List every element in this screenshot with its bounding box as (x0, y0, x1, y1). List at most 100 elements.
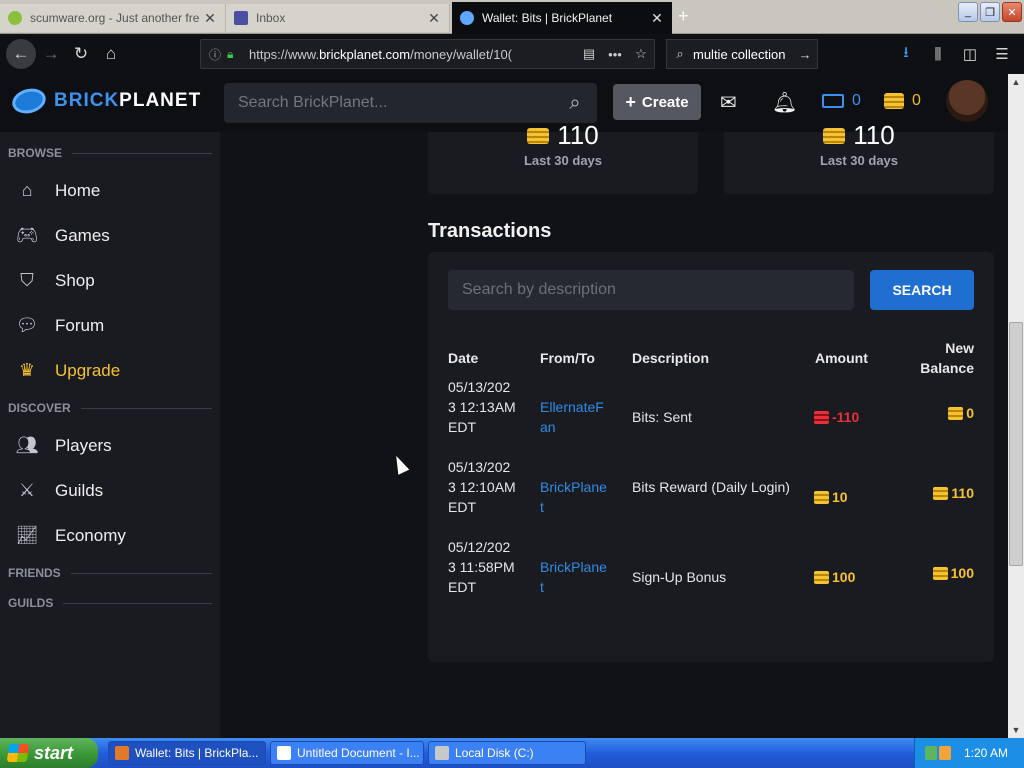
search-button[interactable]: SEARCH (870, 270, 974, 310)
logo-brick: BRICK (54, 90, 120, 111)
search-tray-icon[interactable] (939, 746, 951, 760)
bits-balance[interactable]: 0 (884, 92, 921, 110)
brickplanet-favicon-icon (460, 11, 474, 25)
sidebar-section-browse: BROWSE (0, 138, 220, 168)
browser-search-text[interactable]: multie collection (693, 47, 793, 62)
home-icon: ⌂ (21, 180, 33, 200)
browser-nav-bar: ← → ↻ ⌂ ⓘ 🔒︎ https://www.brickplanet.com… (0, 34, 1024, 74)
balance-value: 0 (966, 405, 974, 421)
table-row: 05/12/2023 11:58PM EDT BrickPlanet Sign-… (428, 537, 994, 617)
sidebar-toggle-icon[interactable]: ◫ (954, 39, 986, 69)
search-icon[interactable]: ⌕ (553, 92, 597, 115)
sidebar-item-home[interactable]: ⌂ Home (0, 168, 220, 213)
sidebar-item-label: Shop (55, 270, 95, 290)
info-icon[interactable]: ⓘ (209, 46, 227, 63)
bookmark-star-icon[interactable]: ☆ (628, 46, 654, 62)
page-scrollbar[interactable]: ▲ ▼ (1008, 74, 1024, 738)
user-avatar[interactable] (946, 80, 988, 122)
sidebar-item-upgrade[interactable]: ♛ Upgrade (0, 348, 220, 393)
sidebar-item-label: Forum (55, 315, 105, 335)
url-text[interactable]: https://www.brickplanet.com/money/wallet… (249, 47, 576, 62)
close-tab-icon[interactable]: ✕ (203, 10, 217, 27)
menu-icon[interactable]: ☰ (986, 39, 1018, 69)
taskbar-item-document[interactable]: Untitled Document - I... (270, 741, 424, 765)
chart-icon: 📈︎ (15, 525, 39, 545)
forward-arrow-icon[interactable]: → (36, 39, 66, 69)
sidebar-section-friends[interactable]: FRIENDS (0, 558, 220, 588)
scrollbar-thumb[interactable] (1009, 322, 1023, 566)
sidebar-item-label: Players (55, 435, 112, 455)
close-tab-icon[interactable]: ✕ (650, 10, 664, 27)
taskbar-item-browser[interactable]: Wallet: Bits | BrickPla... (108, 741, 266, 765)
row-from-link[interactable]: BrickPlanet (540, 477, 610, 517)
tab-wallet[interactable]: Wallet: Bits | BrickPlanet ✕ (452, 2, 672, 34)
row-description: Bits: Sent (632, 409, 692, 425)
sidebar-section-guilds[interactable]: GUILDS (0, 588, 220, 618)
browser-search-box[interactable]: ⌕ multie collection → (666, 39, 818, 69)
download-icon[interactable]: ⭳ (890, 39, 922, 69)
sidebar-item-economy[interactable]: 📈︎ Economy (0, 513, 220, 558)
row-date: 05/13/2023 12:10AM EDT (448, 459, 516, 515)
sidebar-item-forum[interactable]: 💬︎ Forum (0, 303, 220, 348)
balance-header-line: Balance (920, 360, 974, 376)
sidebar-item-games[interactable]: 🎮︎ Games (0, 213, 220, 258)
task-label: Local Disk (C:) (455, 746, 534, 760)
messages-icon[interactable]: ✉ (720, 90, 737, 115)
cash-balance[interactable]: 0 (822, 92, 861, 110)
taskbar-item-disk[interactable]: Local Disk (C:) (428, 741, 586, 765)
sidebar: BROWSE ⌂ Home 🎮︎ Games ⛉ Shop 💬︎ Forum ♛ Upgr… (0, 132, 220, 738)
browser-tab-strip: scumware.org - Just another fre ✕ Inbox … (0, 0, 1024, 34)
column-header-description: Description (632, 350, 710, 366)
transaction-search-input[interactable] (448, 270, 854, 310)
yahoo-favicon-icon (234, 11, 248, 25)
site-search: ⌕ (224, 83, 597, 123)
bits-coins-icon (948, 406, 964, 420)
brickplanet-logo[interactable]: BRICKPLANET (9, 85, 201, 117)
home-icon[interactable]: ⌂ (96, 39, 126, 69)
bits-coins-icon (814, 570, 829, 584)
basket-icon: ⛉ (20, 270, 34, 290)
row-from-link[interactable]: EllernateFan (540, 397, 610, 437)
scroll-down-arrow-icon[interactable]: ▼ (1008, 722, 1024, 738)
start-label: start (34, 742, 74, 763)
new-tab-icon[interactable]: + (678, 6, 689, 27)
drive-icon (435, 746, 449, 760)
bits-coins-icon (932, 566, 948, 580)
sidebar-item-shop[interactable]: ⛉ Shop (0, 258, 220, 303)
scumware-favicon-icon (8, 11, 22, 25)
site-search-input[interactable] (224, 83, 553, 123)
sidebar-item-guilds[interactable]: ⚔ Guilds (0, 468, 220, 513)
back-arrow-icon[interactable]: ← (6, 39, 36, 69)
page-actions-icon[interactable]: ••• (602, 47, 628, 62)
reader-view-icon[interactable]: ▤ (576, 46, 602, 62)
minimize-icon[interactable]: _ (958, 2, 978, 22)
library-icon[interactable]: ⫼ (922, 39, 954, 69)
close-window-icon[interactable]: ✕ (1002, 2, 1022, 22)
bits-coins-icon (814, 490, 829, 504)
go-arrow-icon[interactable]: → (793, 47, 817, 62)
transactions-title: Transactions (428, 220, 552, 242)
search-icon: ⌕ (676, 46, 684, 61)
sidebar-item-players[interactable]: 👥︎ Players (0, 423, 220, 468)
browser-toolbar: ⭳ ⫼ ◫ ☰ (890, 39, 1018, 69)
tab-scumware[interactable]: scumware.org - Just another fre ✕ (0, 4, 226, 32)
close-tab-icon[interactable]: ✕ (427, 10, 441, 27)
row-from-link[interactable]: BrickPlanet (540, 557, 610, 597)
maximize-icon[interactable]: ❐ (980, 2, 1000, 22)
stat-label: Last 30 days (523, 153, 603, 168)
swords-icon: ⚔ (18, 480, 36, 500)
notifications-bell-icon[interactable]: 🔔︎ (772, 90, 797, 115)
network-icon[interactable] (925, 746, 937, 760)
clock: 1:20 AM (963, 746, 1008, 760)
column-header-date: Date (448, 350, 479, 366)
bits-coins-icon (527, 127, 550, 144)
window-controls: _ ❐ ✕ (958, 2, 1022, 22)
start-button[interactable]: start (0, 738, 98, 768)
url-path: /money/wallet/10( (410, 46, 513, 62)
balance-value: 110 (951, 485, 974, 501)
create-button[interactable]: + Create (613, 84, 701, 120)
reload-icon[interactable]: ↻ (66, 39, 96, 69)
tab-inbox[interactable]: Inbox ✕ (226, 4, 450, 32)
scroll-up-arrow-icon[interactable]: ▲ (1008, 74, 1024, 90)
url-bar[interactable]: ⓘ 🔒︎ https://www.brickplanet.com/money/w… (200, 39, 655, 69)
